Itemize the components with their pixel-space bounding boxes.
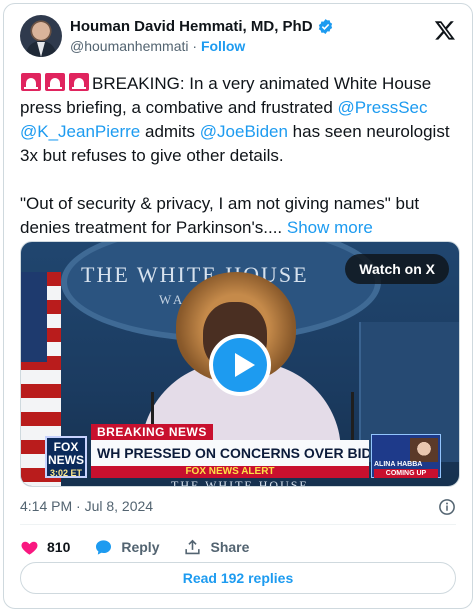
info-icon[interactable] bbox=[438, 498, 456, 516]
reply-label: Reply bbox=[121, 539, 160, 555]
video-media[interactable]: THE WHITE HOUSE WASHI Watch on X FOX NEW… bbox=[20, 241, 460, 487]
mention-link[interactable]: @JoeBiden bbox=[200, 122, 288, 141]
watch-on-x-button[interactable]: Watch on X bbox=[345, 254, 449, 284]
tweet-timestamp[interactable]: 4:14 PM · Jul 8, 2024 bbox=[20, 498, 153, 514]
coming-up-box: ALINA HABBA COMING UP bbox=[371, 434, 441, 478]
like-count: 810 bbox=[47, 539, 71, 555]
coming-up-photo bbox=[410, 438, 438, 462]
action-bar: 810 Reply Share bbox=[20, 536, 273, 558]
chyron-headline: WH PRESSED ON CONCERNS OVER BIDEN FITNES… bbox=[91, 440, 369, 466]
coming-up-tag: COMING UP bbox=[374, 469, 438, 478]
author-handle-row: @houmanhemmati · Follow bbox=[70, 38, 334, 54]
siren-emoji-icon bbox=[45, 73, 65, 91]
flag-canton bbox=[21, 272, 47, 362]
mention-link[interactable]: @PressSec bbox=[338, 98, 428, 117]
play-icon bbox=[235, 353, 255, 377]
divider bbox=[20, 524, 456, 525]
coming-up-name: ALINA HABBA bbox=[374, 461, 423, 468]
follow-button[interactable]: Follow bbox=[201, 38, 245, 54]
show-more-link[interactable]: Show more bbox=[287, 218, 373, 237]
author-names: Houman David Hemmati, MD, PhD @houmanhem… bbox=[70, 18, 334, 54]
handle-separator: · bbox=[192, 38, 198, 54]
fox-logo-text: FOX NEWS bbox=[48, 440, 84, 467]
mention-link[interactable]: @K_JeanPierre bbox=[20, 122, 140, 141]
siren-emoji-icon bbox=[69, 73, 89, 91]
author-display-name[interactable]: Houman David Hemmati, MD, PhD bbox=[70, 18, 313, 35]
like-button[interactable]: 810 bbox=[20, 538, 70, 557]
share-label: Share bbox=[210, 539, 250, 555]
fox-news-alert: FOX NEWS ALERT bbox=[91, 466, 369, 478]
heart-icon bbox=[21, 541, 38, 555]
siren-emoji-icon bbox=[21, 73, 41, 91]
reply-button[interactable]: Reply bbox=[94, 538, 159, 557]
play-button[interactable] bbox=[209, 334, 271, 396]
share-icon bbox=[185, 539, 201, 554]
share-button[interactable]: Share bbox=[183, 538, 249, 557]
author-avatar[interactable] bbox=[20, 15, 62, 57]
reply-bubble-icon bbox=[96, 539, 112, 555]
fox-time: 3:02 ET bbox=[49, 468, 82, 478]
breaking-news-tag: BREAKING NEWS bbox=[91, 424, 213, 440]
tweet-text: BREAKING: In a very animated White House… bbox=[20, 72, 460, 240]
author-handle[interactable]: @houmanhemmati bbox=[70, 38, 189, 54]
x-logo-icon[interactable] bbox=[434, 19, 456, 41]
read-replies-button[interactable]: Read 192 replies bbox=[20, 562, 456, 594]
tweet-header: Houman David Hemmati, MD, PhD @houmanhem… bbox=[20, 15, 456, 59]
fox-news-logo: FOX NEWS 3:02 ET bbox=[45, 436, 87, 478]
tweet-card: Houman David Hemmati, MD, PhD @houmanhem… bbox=[3, 3, 473, 609]
verified-badge-icon bbox=[318, 19, 332, 34]
tweet-mid-text: admits bbox=[140, 122, 200, 141]
podium-sign: THE WHITE HOUSE bbox=[171, 478, 309, 487]
